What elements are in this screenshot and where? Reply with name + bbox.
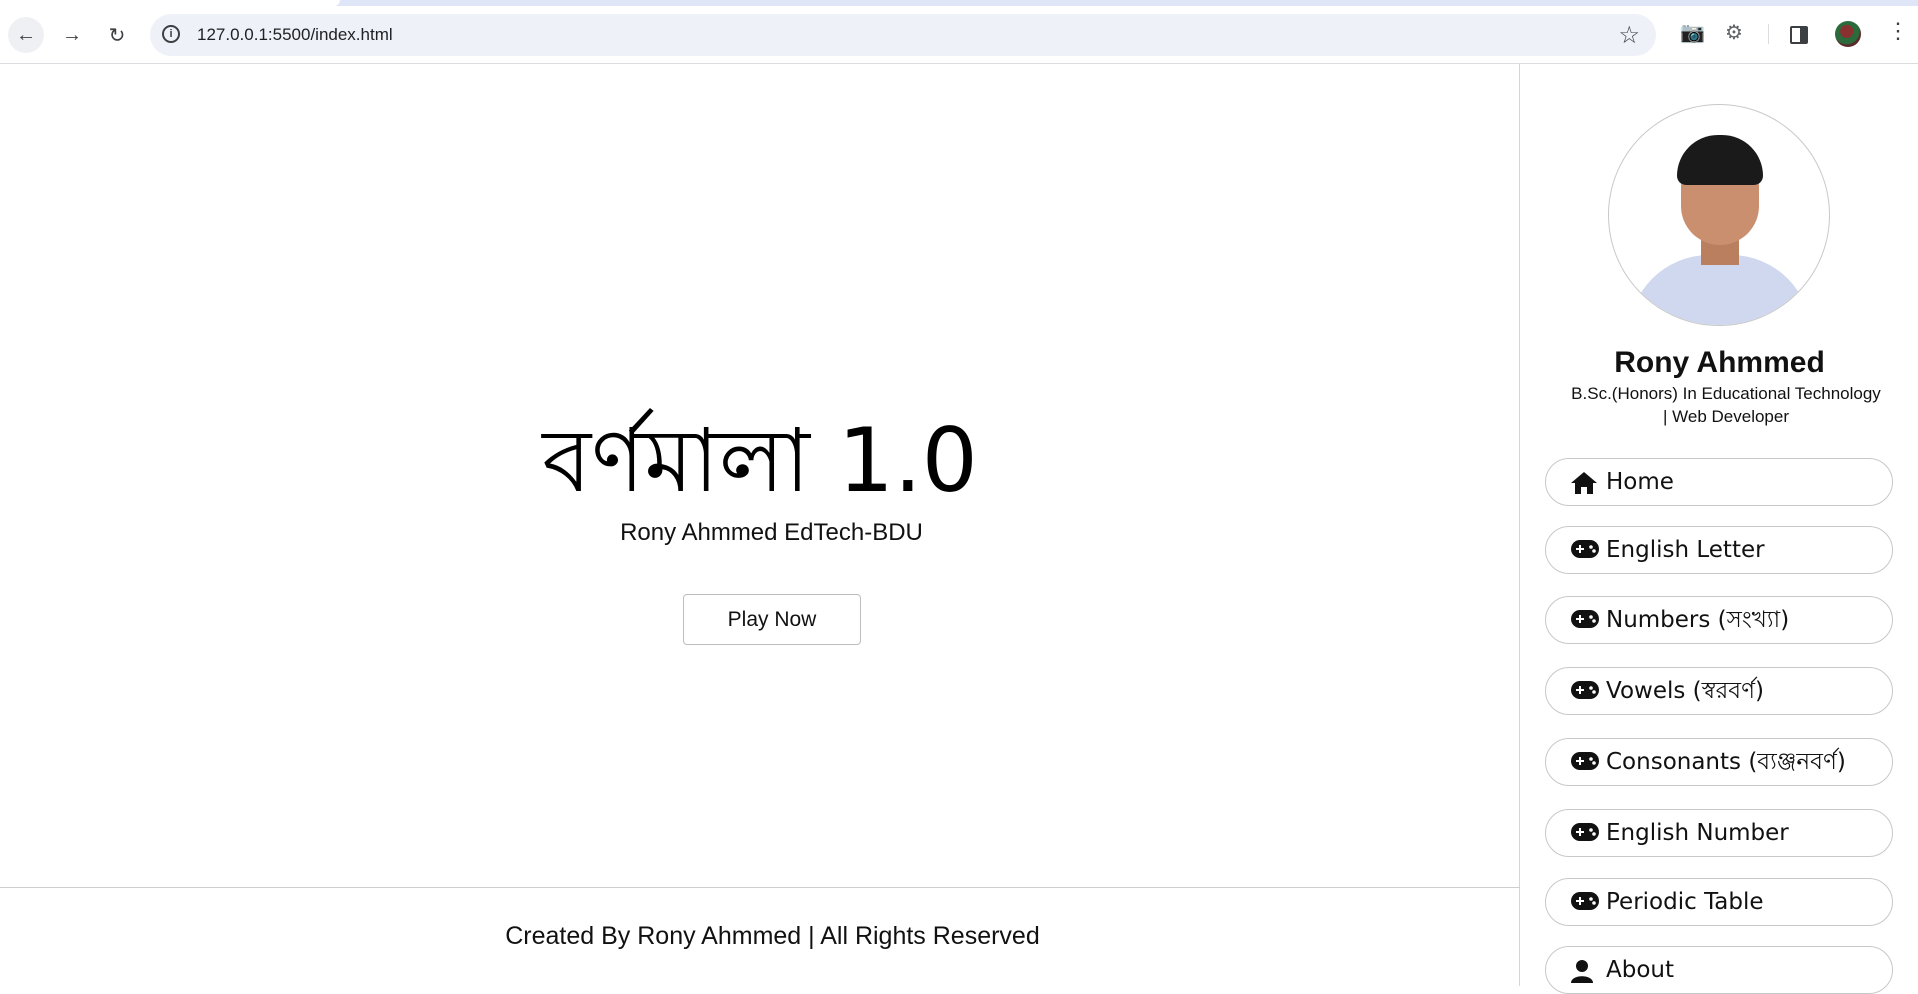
side-panel-icon[interactable] [1790,26,1808,44]
toolbar-divider [1768,24,1769,44]
reload-icon[interactable]: ↻ [99,17,135,53]
url-text[interactable]: 127.0.0.1:5500/index.html [197,25,393,45]
sidebar-item-label: English Letter [1606,537,1765,563]
site-info-icon[interactable]: i [162,25,180,43]
gamepad-icon [1570,539,1600,561]
profile-name: Rony Ahmmed [1614,346,1825,379]
sidebar-item-numbers[interactable]: Numbers (সংখ্যা) [1545,596,1893,644]
sidebar: Rony Ahmmed B.Sc.(Honors) In Educational… [1521,64,1918,994]
extensions-icon[interactable]: ⚙ [1725,20,1743,45]
gamepad-icon [1570,609,1600,631]
profile-photo [1608,104,1830,326]
sidebar-item-home[interactable]: Home [1545,458,1893,506]
bookmark-star-icon[interactable]: ☆ [1618,21,1640,50]
camera-icon[interactable]: 📷 [1680,20,1705,45]
profile-description-line1: B.Sc.(Honors) In Educational Technology [1571,384,1881,403]
sidebar-item-label: Consonants (ব্যঞ্জনবর্ণ) [1606,748,1846,775]
sidebar-item-english-number[interactable]: English Number [1545,809,1893,857]
back-arrow-icon[interactable]: ← [8,17,44,53]
sidebar-item-label: About [1606,957,1675,983]
play-now-button[interactable]: Play Now [683,594,861,645]
profile-description: B.Sc.(Honors) In Educational Technology … [1541,382,1911,428]
gamepad-icon [1570,891,1600,913]
tab-strip [0,0,1918,6]
active-tab[interactable] [0,0,340,6]
main-content: বর্ণমালা 1.0 Rony Ahmmed EdTech-BDU Play… [0,64,1520,986]
sidebar-item-english-letter[interactable]: English Letter [1545,526,1893,574]
sidebar-item-label: Vowels (স্বরবর্ণ) [1606,677,1764,704]
hero-subtitle: Rony Ahmmed EdTech-BDU [620,519,923,546]
address-bar[interactable]: i 127.0.0.1:5500/index.html ☆ [150,14,1656,56]
sidebar-item-vowels[interactable]: Vowels (স্বরবর্ণ) [1545,667,1893,715]
footer-credit: Created By Rony Ahmmed | All Rights Rese… [505,922,1040,950]
home-icon [1570,471,1600,494]
footer: Created By Rony Ahmmed | All Rights Rese… [0,887,1520,986]
sidebar-item-consonants[interactable]: Consonants (ব্যঞ্জনবর্ণ) [1545,738,1893,786]
more-menu-icon[interactable]: ⋮ [1887,20,1909,42]
sidebar-item-label: Numbers (সংখ্যা) [1606,606,1790,633]
profile-description-line2: | Web Developer [1663,407,1789,426]
browser-toolbar: ← → ↻ i 127.0.0.1:5500/index.html ☆ 📷 ⚙ … [0,0,1918,64]
profile-avatar-icon[interactable] [1835,21,1861,47]
user-icon [1570,959,1600,983]
gamepad-icon [1570,680,1600,702]
sidebar-item-periodic-table[interactable]: Periodic Table [1545,878,1893,926]
sidebar-item-label: Periodic Table [1606,889,1764,915]
forward-arrow-icon[interactable]: → [54,17,90,53]
gamepad-icon [1570,751,1600,773]
sidebar-item-label: Home [1606,469,1674,495]
gamepad-icon [1570,822,1600,844]
sidebar-item-label: English Number [1606,820,1789,846]
sidebar-item-about[interactable]: About [1545,946,1893,994]
